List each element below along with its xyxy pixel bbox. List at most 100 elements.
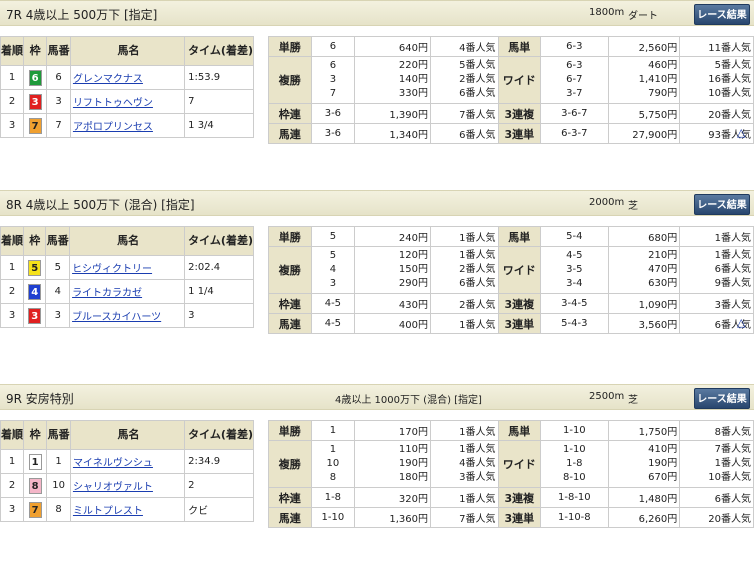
horse-name-link[interactable]: ライトカラカゼ: [72, 288, 142, 299]
tansho-pop: 1番人気: [430, 226, 499, 247]
rank: 2: [0, 89, 24, 114]
sanrentan-combos: 6-3-7: [540, 123, 609, 144]
race-header: 8R 4歳以上 500万下 (混合) [指定] 2000m 芝 レース結果: [0, 190, 754, 216]
finish-time: クビ: [184, 497, 254, 522]
umaren-yen: 1,340円: [354, 123, 431, 144]
payout-row: 複勝 6 3 7 220円 140円 330円 5番人気 2番人気 6番人気 ワイド 6-3 6-7 3-…: [268, 56, 754, 104]
wide-combos-item: 1-8: [566, 458, 583, 469]
horse-name-link[interactable]: グレンマクナス: [73, 74, 143, 85]
horse-name-link[interactable]: シャリオヴァルト: [73, 482, 153, 493]
fukusho-yen: 220円 140円 330円: [354, 56, 431, 104]
wakuren-yen: 430円: [354, 293, 431, 314]
wide-combos-item: 3-7: [566, 88, 583, 99]
fukusho-pop-item: 6番人気: [459, 88, 496, 99]
horse-name-link[interactable]: リフトトゥヘヴン: [73, 98, 153, 109]
umaren-pop: 1番人気: [430, 313, 499, 334]
frame-cell: 3: [22, 303, 47, 328]
header-rank: 着順: [0, 226, 24, 256]
fukusho-combos: 1 10 8: [310, 440, 356, 488]
fukusho-combos-item: 3: [329, 74, 337, 85]
fukusho-yen-item: 220円: [398, 60, 428, 71]
header-time: タイム(着差): [184, 420, 254, 450]
race-surface: 芝: [628, 395, 638, 406]
sanrenpuku-label: 3連複: [497, 487, 542, 508]
horse-name-link[interactable]: ミルトプレスト: [73, 506, 143, 517]
header-time: タイム(着差): [184, 36, 254, 66]
umatan-combos: 5-4: [540, 226, 609, 247]
result-row: 2 4 4 ライトカラカゼ 1 1/4: [0, 279, 254, 304]
header-num: 馬番: [46, 36, 71, 66]
header-time: タイム(着差): [184, 226, 254, 256]
payout-row: 馬連 1-10 1,360円 7番人気 3連単 1-10-8 6,260円 20番人気: [268, 507, 754, 528]
umaren-label: 馬連: [268, 507, 312, 528]
wakuren-combos: 3-6: [310, 103, 356, 124]
umaren-combos: 4-5: [310, 313, 356, 334]
fukusho-pop-item: 3番人気: [459, 472, 496, 483]
wakuren-label: 枠連: [268, 293, 312, 314]
header-rank: 着順: [0, 36, 24, 66]
sanrentan-combos: 5-4-3: [540, 313, 609, 334]
wide-yen-item: 630円: [648, 278, 678, 289]
header-frame: 枠: [22, 36, 48, 66]
header-frame: 枠: [22, 420, 48, 450]
race-title: 8R 4歳以上 500万下 (混合) [指定]: [6, 198, 195, 212]
fukusho-combos-item: 7: [329, 88, 337, 99]
sanrenpuku-combos: 3-4-5: [540, 293, 609, 314]
horse-name-link[interactable]: ブルースカイハーツ: [72, 312, 161, 323]
triangle-up-icon[interactable]: △: [737, 126, 745, 139]
wide-pop-item: 7番人気: [714, 444, 751, 455]
payout-table: 単勝 5 240円 1番人気 馬単 5-4 680円 1番人気 複勝 5 4 3 120円 150円 29…: [268, 226, 754, 334]
wide-combos-item: 6-7: [566, 74, 583, 85]
frame-badge: 3: [28, 307, 42, 324]
tansho-combos: 1: [310, 420, 356, 441]
fukusho-label: 複勝: [268, 440, 312, 488]
frame-badge: 7: [28, 117, 42, 134]
rank: 2: [0, 279, 24, 304]
wide-pop-item: 1番人気: [714, 458, 751, 469]
triangle-up-icon[interactable]: △: [737, 316, 745, 329]
wakuren-pop: 1番人気: [430, 487, 499, 508]
wide-combos-item: 6-3: [566, 60, 583, 71]
horse-name-cell: リフトトゥヘヴン: [69, 89, 186, 114]
wide-combos-item: 1-10: [562, 444, 586, 455]
horse-number: 1: [46, 449, 71, 474]
wide-pop-item: 10番人気: [708, 88, 751, 99]
race-result-button[interactable]: レース結果: [694, 194, 750, 215]
fukusho-combos: 6 3 7: [310, 56, 356, 104]
result-row: 3 3 3 ブルースカイハーツ 3: [0, 303, 254, 328]
race-result-button[interactable]: レース結果: [694, 4, 750, 25]
horse-name-cell: シャリオヴァルト: [69, 473, 186, 498]
header-name: 馬名: [69, 420, 186, 450]
race-distance: 1800m: [589, 7, 625, 18]
fukusho-combos-item: 5: [329, 250, 337, 261]
fukusho-pop-item: 4番人気: [459, 458, 496, 469]
horse-name-link[interactable]: ヒシヴィクトリー: [72, 264, 152, 275]
wide-yen-item: 1,410円: [638, 74, 678, 85]
horse-name-link[interactable]: アポロプリンセス: [73, 122, 153, 133]
finish-time: 2: [184, 473, 254, 498]
frame-cell: 6: [22, 65, 48, 90]
wide-pop-item: 9番人気: [714, 278, 751, 289]
header-name: 馬名: [69, 226, 186, 256]
sanrentan-combos: 1-10-8: [540, 507, 609, 528]
umatan-yen: 2,560円: [607, 36, 681, 57]
wide-yen-item: 190円: [648, 458, 678, 469]
payout-row: 馬連 4-5 400円 1番人気 3連単 5-4-3 3,560円 6番人気: [268, 313, 754, 334]
wide-yen: 410円 190円 670円: [607, 440, 681, 488]
sanrentan-label: 3連単: [497, 507, 542, 528]
sanrenpuku-combos: 3-6-7: [540, 103, 609, 124]
race-header: 9R 安房特別 4歳以上 1000万下 (混合) [指定] 2500m 芝 レー…: [0, 384, 754, 410]
horse-name-link[interactable]: マイネルヴンシュ: [73, 458, 153, 469]
rank: 2: [0, 473, 24, 498]
sanrentan-label: 3連単: [497, 123, 542, 144]
wide-combos-item: 4-5: [566, 250, 583, 261]
wide-pop-item: 6番人気: [714, 264, 751, 275]
umaren-combos: 1-10: [310, 507, 356, 528]
wide-yen: 210円 470円 630円: [607, 246, 681, 294]
frame-badge: 1: [28, 453, 42, 470]
race-result-button[interactable]: レース結果: [694, 388, 750, 409]
frame-badge: 8: [28, 477, 42, 494]
wide-pop-item: 16番人気: [708, 74, 751, 85]
fukusho-pop-item: 6番人気: [459, 278, 496, 289]
fukusho-combos: 5 4 3: [310, 246, 356, 294]
